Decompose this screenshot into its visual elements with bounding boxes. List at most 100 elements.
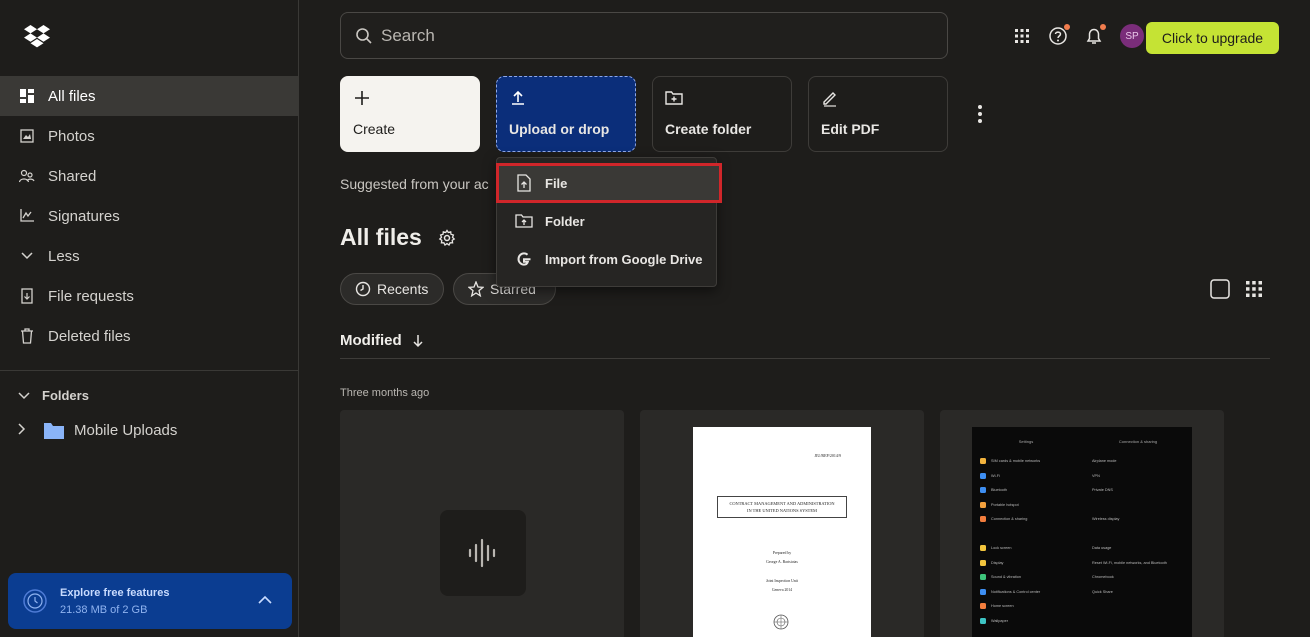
- pen-icon: [823, 92, 836, 107]
- menu-item-folder[interactable]: Folder: [497, 202, 716, 240]
- sort-label: Modified: [340, 332, 402, 349]
- sidebar-item-label: File requests: [48, 287, 134, 305]
- file-card-screenshot[interactable]: Settings SIM cards & mobile networks Wi-F…: [940, 410, 1224, 637]
- settings-row-label: SIM cards & mobile networks: [991, 459, 1041, 464]
- create-folder-button[interactable]: Create folder: [652, 76, 792, 152]
- un-emblem-icon: [773, 614, 789, 630]
- chip-recents[interactable]: Recents: [340, 273, 444, 305]
- explore-features-banner[interactable]: Explore free features 21.38 MB of 2 GB: [8, 573, 292, 629]
- chevron-right-icon[interactable]: [18, 422, 32, 439]
- settings-row-label: Wireless display: [1092, 517, 1120, 522]
- settings-row-icon: [980, 545, 986, 552]
- page-title: All files: [340, 224, 422, 250]
- sidebar-item-all-files[interactable]: All files: [0, 76, 299, 116]
- grid-view-icon[interactable]: [1244, 279, 1264, 299]
- sidebar-item-signatures[interactable]: Signatures: [0, 196, 299, 236]
- settings-row: Reset Wi-Fi, mobile networks, and Blueto…: [1084, 556, 1192, 571]
- connection-panel: Connection & sharing Airplane mode VPN Pri…: [1084, 427, 1192, 637]
- dropbox-logo-icon[interactable]: [24, 24, 50, 48]
- sidebar-divider: [0, 370, 299, 371]
- storage-usage: 21.38 MB of 2 GB: [60, 603, 148, 616]
- chevron-down-icon: [18, 388, 30, 403]
- sidebar-item-shared[interactable]: Shared: [0, 156, 299, 196]
- file-card-document[interactable]: JIU/REP/2014/9 CONTRACT MANAGEMENT AND A…: [640, 410, 924, 637]
- file-card-audio[interactable]: [340, 410, 624, 637]
- settings-row-icon: [980, 487, 986, 494]
- settings-row-label: Airplane mode: [1092, 459, 1117, 464]
- settings-row-label: Data usage: [1092, 546, 1112, 551]
- page-title-row: All files: [340, 224, 456, 251]
- avatar[interactable]: SP: [1120, 24, 1144, 48]
- help-icon[interactable]: [1048, 24, 1070, 46]
- notification-dot: [1064, 24, 1070, 30]
- chevron-down-icon: [18, 247, 36, 265]
- sidebar-item-label: Photos: [48, 127, 95, 145]
- menu-item-label: Import from Google Drive: [545, 251, 703, 267]
- all-files-icon: [18, 87, 36, 105]
- upload-icon: [512, 90, 524, 105]
- settings-row: Wallpaper: [972, 614, 1080, 629]
- settings-row: [1084, 498, 1192, 513]
- sidebar-item-label: Deleted files: [48, 327, 131, 345]
- settings-row-label: Private DNS: [1092, 488, 1113, 493]
- settings-row: VPN: [1084, 469, 1192, 484]
- settings-row-label: Home screen: [991, 604, 1014, 609]
- upgrade-button[interactable]: Click to upgrade: [1146, 22, 1279, 54]
- file-upload-icon: [517, 174, 531, 192]
- sidebar-item-file-requests[interactable]: File requests: [0, 276, 299, 316]
- settings-row: Quick Share: [1084, 585, 1192, 600]
- sidebar-item-deleted-files[interactable]: Deleted files: [0, 316, 299, 356]
- sidebar-item-label: Shared: [48, 167, 97, 185]
- sidebar-item-less[interactable]: Less: [0, 236, 299, 276]
- upload-button[interactable]: Upload or drop: [496, 76, 636, 152]
- suggested-text: Suggested from your ac: [340, 176, 489, 192]
- photo-icon: [18, 127, 36, 145]
- folders-section-toggle[interactable]: Folders: [18, 388, 89, 403]
- upload-label: Upload or drop: [509, 121, 610, 137]
- settings-row: Notifications & Control center: [972, 585, 1080, 600]
- chevron-up-icon[interactable]: [256, 591, 274, 609]
- settings-row-label: Portable hotspot: [991, 502, 1019, 507]
- plus-icon: [355, 91, 369, 105]
- doc-title-line2: IN THE UNITED NATIONS SYSTEM: [747, 508, 817, 514]
- settings-row: Bluetooth: [972, 483, 1080, 498]
- settings-row-label: Reset Wi-Fi, mobile networks, and Blueto…: [1092, 560, 1167, 565]
- bell-icon[interactable]: [1084, 24, 1106, 46]
- sidebar-item-photos[interactable]: Photos: [0, 116, 299, 156]
- settings-row-icon: [980, 617, 986, 624]
- sidebar-item-label: All files: [48, 87, 96, 105]
- star-icon: [468, 281, 484, 297]
- divider: [340, 358, 1270, 359]
- settings-row: Airplane mode: [1084, 454, 1192, 469]
- settings-row: Sound & vibration: [972, 570, 1080, 585]
- settings-row-label: Wi-Fi: [991, 473, 1000, 478]
- trash-icon: [18, 327, 36, 345]
- create-button[interactable]: Create: [340, 76, 480, 152]
- gear-icon[interactable]: [438, 228, 456, 247]
- folder-mobile-uploads[interactable]: Mobile Uploads: [18, 422, 177, 439]
- sidebar-item-label: Less: [48, 247, 80, 265]
- menu-item-label: Folder: [545, 213, 585, 229]
- settings-row-icon: [980, 501, 986, 508]
- settings-row: Connection & sharing: [972, 512, 1080, 527]
- create-folder-label: Create folder: [665, 121, 752, 137]
- search-input[interactable]: Search: [340, 12, 948, 59]
- connection-title: Connection & sharing: [1118, 439, 1158, 444]
- menu-item-google-drive[interactable]: Import from Google Drive: [497, 240, 716, 278]
- sort-modified[interactable]: Modified: [340, 332, 424, 349]
- chip-label: Recents: [377, 281, 429, 297]
- header-icons: SP: [1012, 24, 1156, 48]
- menu-item-label: File: [545, 175, 568, 191]
- settings-row-icon: [980, 588, 986, 595]
- apps-grid-icon[interactable]: [1012, 26, 1032, 46]
- select-checkbox-icon[interactable]: [1210, 279, 1230, 299]
- more-options-icon[interactable]: [974, 104, 986, 124]
- settings-row-icon: [980, 472, 986, 479]
- upload-dropdown-menu: File Folder Import from Google Drive: [496, 157, 722, 287]
- menu-item-file[interactable]: File: [496, 163, 722, 203]
- search-icon: [356, 27, 372, 44]
- edit-pdf-label: Edit PDF: [821, 121, 880, 137]
- settings-row: Display: [972, 556, 1080, 571]
- edit-pdf-button[interactable]: Edit PDF: [808, 76, 948, 152]
- doc-author: George A. Bartsiotas: [766, 560, 798, 564]
